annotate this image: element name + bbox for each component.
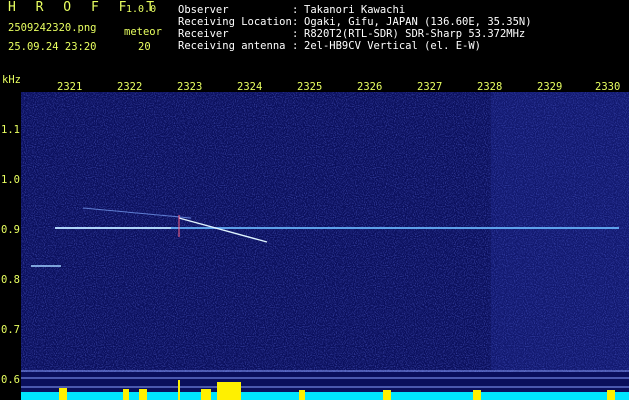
location-label: Receiving Location: [178, 16, 292, 28]
peak-bars-2: [123, 389, 129, 400]
capture-datetime: 25.09.24 23:20: [8, 41, 97, 53]
peak-bars-7: [383, 390, 391, 400]
receiver-colon: :: [292, 28, 299, 40]
peak-tick: [178, 380, 180, 400]
receiver-value: R820T2(RTL-SDR) SDR-Sharp 53.372MHz: [304, 28, 526, 40]
noise-band-right: [491, 92, 629, 370]
peak-bars-9: [607, 390, 615, 400]
observer-value: Takanori Kawachi: [304, 4, 406, 16]
meteor-count-label: meteor: [124, 26, 162, 38]
observer-label: Observer: [178, 4, 229, 16]
image-filename: 2509242320.png: [8, 22, 97, 34]
observer-colon: :: [292, 4, 299, 16]
location-colon: :: [292, 16, 299, 28]
y-tick-1-0: 1.0: [1, 174, 20, 186]
y-tick-0-6: 0.6: [1, 374, 20, 386]
peak-bars-8: [473, 390, 481, 400]
peak-bars-1: [59, 388, 67, 400]
hroft-window: H R O F F T 1.0.0 2509242320.png 25.09.2…: [0, 0, 629, 400]
antenna-colon: :: [292, 40, 299, 52]
peak-bars-4: [217, 382, 241, 400]
y-tick-0-9: 0.9: [1, 224, 20, 236]
level-bars: [21, 392, 629, 400]
app-version: 1.0.0: [126, 4, 157, 15]
meteor-count-value: 20: [138, 41, 151, 53]
y-tick-0-7: 0.7: [1, 324, 20, 336]
peak-bars-3: [139, 389, 147, 400]
antenna-label: Receiving antenna: [178, 40, 286, 52]
receiver-label: Receiver: [178, 28, 229, 40]
antenna-value: 2el-HB9CV Vertical (el. E-W): [304, 40, 482, 52]
peak-bars-5: [201, 389, 211, 400]
peak-bars-6: [299, 390, 305, 400]
y-tick-1-1: 1.1: [1, 124, 20, 136]
location-value: Ogaki, Gifu, JAPAN (136.60E, 35.35N): [304, 16, 532, 28]
spectrogram: [21, 92, 629, 400]
y-tick-0-8: 0.8: [1, 274, 20, 286]
y-axis-unit: kHz: [2, 74, 21, 86]
